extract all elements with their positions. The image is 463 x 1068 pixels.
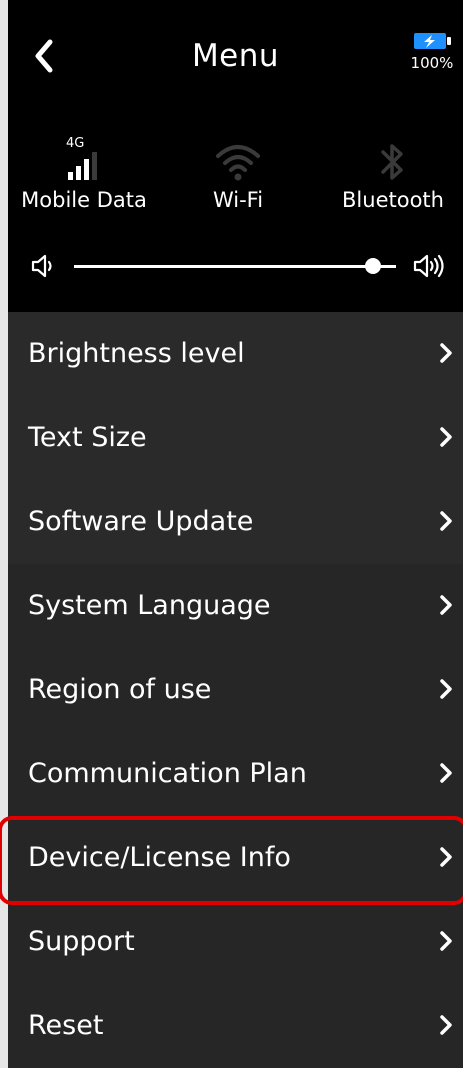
chevron-right-icon [440,427,452,447]
volume-slider[interactable] [74,258,396,274]
cellular-signal-icon [68,152,97,180]
connectivity-row: 4G Mobile Data Wi-Fi Bluetooth [8,112,463,242]
menu-item-text-size[interactable]: Text Size [8,396,463,480]
bluetooth-label: Bluetooth [342,188,444,212]
header: Menu 100% [8,0,463,112]
menu-item-brightness[interactable]: Brightness level [8,312,463,396]
menu-item-label: System Language [28,590,271,621]
chevron-right-icon [440,931,452,951]
volume-thumb[interactable] [365,258,382,274]
menu-item-label: Text Size [28,422,147,453]
chevron-right-icon [440,679,452,699]
chevron-right-icon [440,595,452,615]
chevron-right-icon [440,1015,452,1035]
menu-item-software-update[interactable]: Software Update [8,480,463,564]
chevron-right-icon [440,847,452,867]
mobile-data-label: Mobile Data [21,188,147,212]
battery-percent: 100% [410,54,454,72]
menu-item-support[interactable]: Support [8,900,463,984]
wifi-toggle[interactable]: Wi-Fi [188,130,288,212]
chevron-right-icon [440,763,452,783]
mobile-data-toggle[interactable]: 4G Mobile Data [10,130,158,212]
battery-charging-icon [414,33,451,49]
wifi-label: Wi-Fi [212,188,264,212]
bluetooth-icon [381,144,403,180]
volume-track [74,265,396,268]
wifi-icon [216,145,260,181]
menu-item-device-license-info[interactable]: Device/License Info [8,816,463,900]
menu-item-label: Region of use [28,674,212,705]
menu-item-communication-plan[interactable]: Communication Plan [8,732,463,816]
battery-indicator: 100% [406,32,454,76]
volume-high-icon [413,254,444,278]
settings-screen: Menu 100% 4G Mobile Data Wi-Fi Bluetooth… [0,0,463,1068]
menu-item-label: Brightness level [28,338,245,369]
menu-item-region-of-use[interactable]: Region of use [8,648,463,732]
chevron-right-icon [440,343,452,363]
menu-item-label: Reset [28,1010,104,1041]
menu-item-label: Support [28,926,135,957]
bluetooth-toggle[interactable]: Bluetooth [328,130,458,212]
menu-item-reset[interactable]: Reset [8,984,463,1068]
page-title: Menu [191,38,280,74]
menu-item-label: Device/License Info [28,842,291,873]
volume-control [8,240,463,310]
chevron-right-icon [440,511,452,531]
menu-item-label: Software Update [28,506,254,537]
settings-menu: Brightness level Text Size Software Upda… [8,312,463,1068]
menu-item-label: Communication Plan [28,758,307,789]
network-type-badge: 4G [66,136,85,151]
menu-item-system-language[interactable]: System Language [8,564,463,648]
volume-low-icon [31,254,52,278]
